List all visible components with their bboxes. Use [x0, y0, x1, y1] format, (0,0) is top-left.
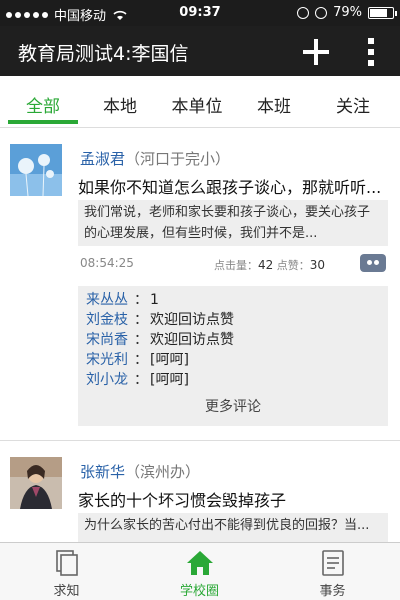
person-avatar-image: [10, 457, 62, 509]
dandelion-avatar-image: [10, 144, 62, 196]
document-icon: [56, 550, 78, 576]
comment-author[interactable]: 宋尚香: [86, 330, 134, 350]
battery-icon: [368, 6, 397, 19]
post-item[interactable]: 张新华（滨州办） 家长的十个坏习惯会毁掉孩子 为什么家长的苦心付出不能得到优良的…: [0, 441, 400, 542]
nav-label: 学校圈: [179, 584, 219, 599]
nav-label: 事务: [319, 584, 346, 599]
comment-text: 欢迎回访点赞: [150, 312, 234, 328]
more-vertical-icon: [368, 38, 374, 44]
bottom-nav: 求知 学校圈 事务: [0, 542, 400, 600]
nav-item-affairs[interactable]: 事务: [266, 543, 399, 600]
avatar[interactable]: [10, 457, 62, 509]
comment-item: 刘金枝：欢迎回访点赞: [86, 310, 234, 330]
battery-percent: 79%: [333, 5, 362, 20]
comment-author[interactable]: 刘金枝: [86, 310, 134, 330]
nav-item-knowledge[interactable]: 求知: [0, 543, 133, 600]
tab-local[interactable]: 本地: [85, 92, 155, 117]
feed-list[interactable]: 孟淑君（河口于完小） 如果你不知道怎么跟孩子谈心，那就听听... 我们常说，老师…: [0, 128, 400, 542]
comment-text: 欢迎回访点赞: [150, 332, 234, 348]
author-unit: （河口于完小）: [125, 150, 231, 168]
tab-my-class[interactable]: 本班: [239, 92, 309, 117]
post-stats: 点击量：42 点赞：30: [214, 257, 325, 273]
more-comments-link[interactable]: 更多评论: [86, 396, 380, 416]
active-tab-indicator: [8, 120, 78, 124]
tab-my-unit[interactable]: 本单位: [162, 92, 232, 117]
views-label: 点击量：: [214, 259, 258, 272]
comment-author[interactable]: 来丛丛: [86, 290, 134, 310]
alarm-icon: [315, 6, 328, 19]
author-name[interactable]: 张新华: [80, 463, 125, 481]
page-title: 教育局测试4:李国信: [18, 43, 189, 65]
likes-count: 30: [309, 258, 326, 272]
comment-author[interactable]: 宋光利: [86, 350, 134, 370]
feed-tabs: 全部 本地 本单位 本班 关注: [0, 76, 400, 128]
tab-all[interactable]: 全部: [8, 92, 78, 117]
post-title[interactable]: 如果你不知道怎么跟孩子谈心，那就听听...: [78, 174, 388, 198]
comment-author[interactable]: 刘小龙: [86, 370, 134, 390]
tab-following[interactable]: 关注: [318, 92, 388, 117]
avatar[interactable]: [10, 144, 62, 196]
comment-item: 刘小龙： [呵呵]: [86, 370, 189, 390]
app-header: 教育局测试4:李国信: [0, 26, 400, 76]
likes-label: 点赞：: [276, 259, 310, 272]
more-menu-button[interactable]: [360, 38, 384, 66]
comment-item: 来丛丛： 1: [86, 290, 159, 310]
post-excerpt[interactable]: 为什么家长的苦心付出不能得到优良的回报？当...: [78, 513, 388, 542]
nav-label: 求知: [53, 584, 80, 599]
rotation-lock-icon: [297, 6, 310, 19]
form-icon: [322, 550, 344, 576]
author-unit: （滨州办）: [125, 463, 201, 481]
comment-item: 宋光利： [呵呵]: [86, 350, 189, 370]
home-icon: [187, 551, 213, 575]
post-title[interactable]: 家长的十个坏习惯会毁掉孩子: [78, 487, 388, 511]
post-excerpt[interactable]: 我们常说，老师和家长要和孩子谈心，要关心孩子的心理发展，但有些时候，我们并不是.…: [78, 200, 388, 246]
author-name[interactable]: 孟淑君: [80, 150, 125, 168]
add-post-button[interactable]: [300, 36, 332, 68]
comments-box: 来丛丛： 1 刘金枝：欢迎回访点赞 宋尚香：欢迎回访点赞 宋光利： [呵呵] 刘小龙…: [78, 286, 388, 426]
comment-icon[interactable]: [360, 254, 386, 272]
views-count: 42: [258, 258, 274, 272]
status-right: 79%: [297, 5, 397, 20]
post-item[interactable]: 孟淑君（河口于完小） 如果你不知道怎么跟孩子谈心，那就听听... 我们常说，老师…: [0, 128, 400, 440]
comment-item: 宋尚香：欢迎回访点赞: [86, 330, 234, 350]
post-time: 08:54:25: [80, 256, 134, 270]
comment-text: 1: [150, 292, 159, 308]
comment-text: [呵呵]: [150, 372, 189, 388]
post-author[interactable]: 孟淑君（河口于完小）: [80, 148, 230, 169]
nav-item-school-circle[interactable]: 学校圈: [133, 543, 266, 600]
post-author[interactable]: 张新华（滨州办）: [80, 461, 200, 482]
comment-text: [呵呵]: [150, 352, 189, 368]
status-bar: 中国移动 09:37 79%: [0, 0, 400, 26]
